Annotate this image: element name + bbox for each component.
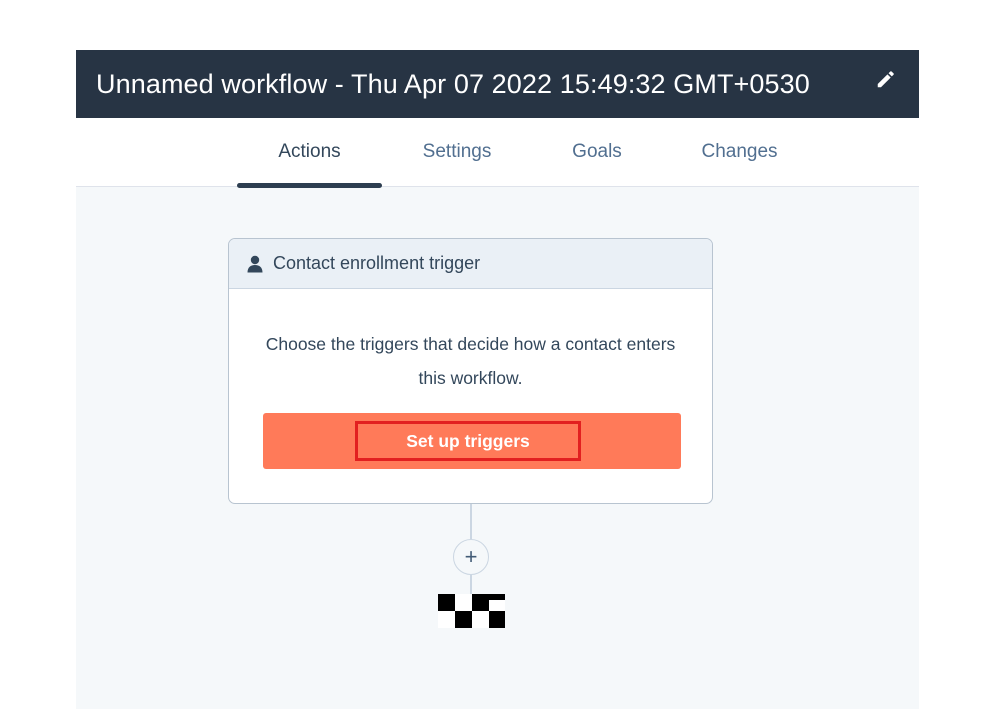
trigger-description: Choose the triggers that decide how a co… bbox=[265, 334, 676, 388]
checkered-flag-icon bbox=[438, 594, 505, 628]
card-header-label: Contact enrollment trigger bbox=[273, 253, 481, 273]
tab-goals[interactable]: Goals bbox=[537, 118, 657, 186]
workflow-title[interactable]: Unnamed workflow - Thu Apr 07 2022 15:49… bbox=[96, 69, 810, 100]
connector-line bbox=[470, 504, 472, 539]
tab-label: Changes bbox=[701, 141, 778, 162]
card-header: Contact enrollment trigger bbox=[229, 239, 712, 289]
workflow-editor: Unnamed workflow - Thu Apr 07 2022 15:49… bbox=[76, 50, 919, 709]
workflow-canvas: Contact enrollment trigger Choose the tr… bbox=[76, 187, 919, 709]
tab-label: Actions bbox=[278, 141, 341, 162]
tab-settings[interactable]: Settings bbox=[387, 118, 527, 186]
tab-label: Goals bbox=[572, 141, 622, 162]
workflow-header: Unnamed workflow - Thu Apr 07 2022 15:49… bbox=[76, 50, 919, 118]
set-up-triggers-button[interactable]: Set up triggers bbox=[263, 413, 681, 469]
tab-actions[interactable]: Actions bbox=[237, 118, 382, 188]
tab-bar: Actions Settings Goals Changes bbox=[76, 118, 919, 188]
pencil-icon[interactable] bbox=[875, 68, 897, 90]
highlight-box: Set up triggers bbox=[355, 421, 581, 461]
plus-icon: + bbox=[464, 544, 478, 569]
enrollment-trigger-card[interactable]: Contact enrollment trigger Choose the tr… bbox=[228, 238, 713, 504]
person-icon bbox=[247, 255, 263, 272]
connector-line bbox=[470, 575, 472, 594]
tab-label: Settings bbox=[422, 141, 492, 162]
button-label: Set up triggers bbox=[406, 430, 530, 451]
add-action-button[interactable]: + bbox=[453, 539, 489, 575]
tab-changes[interactable]: Changes bbox=[667, 118, 812, 186]
